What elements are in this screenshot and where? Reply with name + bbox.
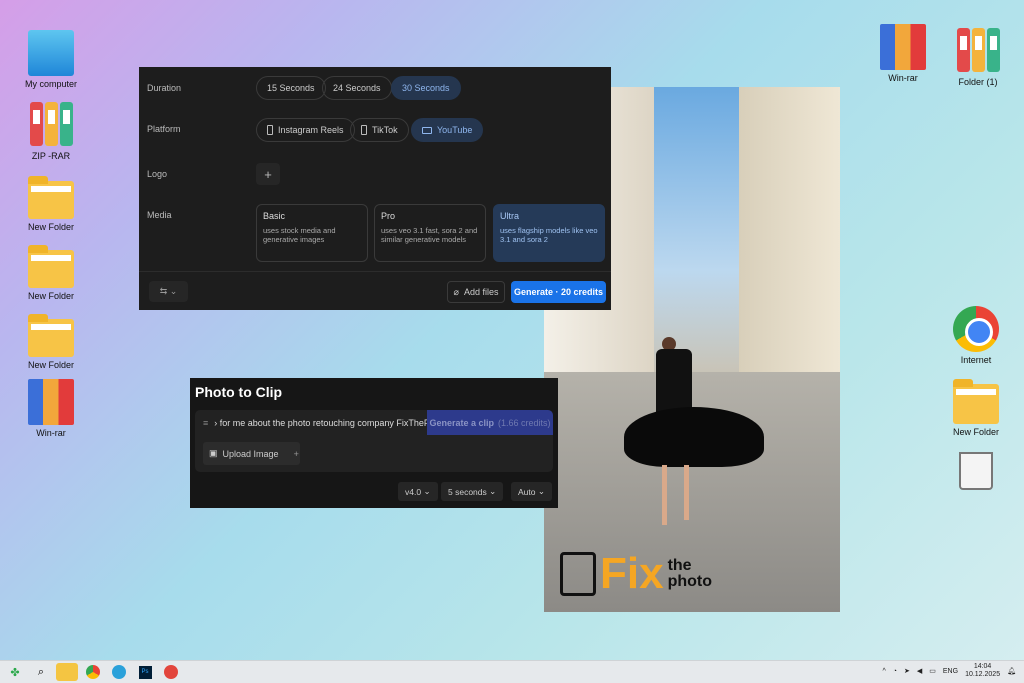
desktop-icon-my-computer[interactable]: My computer xyxy=(13,30,89,89)
app-taskbar-icon[interactable] xyxy=(160,663,182,681)
binders-icon xyxy=(955,28,1001,74)
prompt-input[interactable]: ≡ › for me about the photo retouching com… xyxy=(195,410,427,435)
desktop-icon-new-folder-2[interactable]: New Folder xyxy=(13,244,89,301)
image-icon: ▣ xyxy=(209,448,218,458)
generate-button[interactable]: Generate · 20 credits xyxy=(511,281,606,303)
fixthephoto-logo: Fix the photo xyxy=(560,552,712,596)
folder-icon xyxy=(28,245,74,288)
chevron-up-icon[interactable]: ^ xyxy=(882,668,885,675)
desktop-icon-new-folder-3[interactable]: New Folder xyxy=(13,313,89,370)
telegram-taskbar-icon[interactable] xyxy=(108,663,130,681)
add-files-button[interactable]: ⌀ Add files xyxy=(447,281,505,303)
upload-image-button[interactable]: ▣ Upload Image + xyxy=(203,442,300,465)
search-button[interactable]: ⌕ xyxy=(30,663,52,681)
folder-icon xyxy=(28,314,74,357)
panel-title: Photo to Clip xyxy=(195,384,283,400)
folder-icon xyxy=(953,379,999,424)
duration-dropdown[interactable]: 5 seconds ⌄ xyxy=(441,482,504,501)
volume-icon[interactable]: ◀ xyxy=(917,667,922,675)
winrar-icon xyxy=(880,24,926,70)
video-settings-panel: Duration 15 Seconds 24 Seconds 30 Second… xyxy=(139,67,611,310)
start-button[interactable]: ✤ xyxy=(4,663,26,681)
paperclip-icon: ⌀ xyxy=(453,286,459,297)
phone-icon xyxy=(267,125,273,135)
generate-clip-button[interactable]: Generate a clip (1.66 credits) xyxy=(427,410,553,435)
clock[interactable]: 14:04 10.12.2025 xyxy=(965,663,1000,680)
desktop-icon-recycle-bin[interactable] xyxy=(938,448,1014,501)
text-icon: ≡ xyxy=(203,417,209,428)
system-tray: ^ ◔ ➤ ◀ ▭ ENG 14:04 10.12.2025 🔔︎ xyxy=(882,663,1016,680)
media-ultra[interactable]: Ultra uses flagship models like veo 3.1 a… xyxy=(493,204,605,262)
sliders-icon: ⇆ ⌄ xyxy=(159,286,178,296)
winrar-icon xyxy=(28,379,74,425)
add-logo-button[interactable]: + xyxy=(256,163,280,185)
telegram-tray-icon[interactable]: ➤ xyxy=(904,667,910,675)
folder-icon xyxy=(28,176,74,219)
desktop-icon-zip-rar[interactable]: ZIP -RAR xyxy=(13,102,89,161)
version-dropdown[interactable]: v4.0 ⌄ xyxy=(398,482,438,501)
monitor-icon xyxy=(422,126,432,134)
notification-bell-icon[interactable]: 🔔︎ xyxy=(1007,667,1016,675)
desktop-icon-win-rar-right[interactable]: Win-rar xyxy=(865,24,941,83)
trash-icon xyxy=(953,452,999,498)
network-icon[interactable]: ◔ xyxy=(893,668,897,675)
binders-icon xyxy=(28,102,74,148)
desktop-icon-new-folder-1[interactable]: New Folder xyxy=(13,175,89,232)
desktop-icon-internet[interactable]: Internet xyxy=(938,306,1014,365)
explorer-taskbar-icon[interactable] xyxy=(56,663,78,681)
platform-instagram-reels[interactable]: Instagram Reels xyxy=(256,118,355,142)
duration-24s[interactable]: 24 Seconds xyxy=(322,76,392,100)
chrome-icon xyxy=(953,306,999,352)
media-pro[interactable]: Pro uses veo 3.1 fast, sora 2 and similar… xyxy=(374,204,486,262)
display-icon[interactable]: ▭ xyxy=(929,667,936,675)
desktop-icon-win-rar[interactable]: Win-rar xyxy=(13,379,89,438)
settings-dropdown[interactable]: ⇆ ⌄ xyxy=(149,281,188,302)
chrome-taskbar-icon[interactable] xyxy=(82,663,104,681)
photoshop-taskbar-icon[interactable]: Ps xyxy=(134,663,156,681)
prompt-box: ≡ › for me about the photo retouching com… xyxy=(195,410,553,472)
duration-30s[interactable]: 30 Seconds xyxy=(391,76,461,100)
language-indicator[interactable]: ENG xyxy=(943,668,958,675)
phone-icon xyxy=(361,125,367,135)
platform-youtube[interactable]: YouTube xyxy=(411,118,484,142)
computer-icon xyxy=(28,30,74,76)
desktop-icon-new-folder-right[interactable]: New Folder xyxy=(938,379,1014,437)
platform-tiktok[interactable]: TikTok xyxy=(350,118,409,142)
photo-to-clip-panel: Photo to Clip ≡ › for me about the photo … xyxy=(190,378,558,508)
aspect-dropdown[interactable]: Auto ⌄ xyxy=(511,482,552,501)
duration-15s[interactable]: 15 Seconds xyxy=(256,76,326,100)
taskbar: ✤ ⌕ Ps ^ ◔ ➤ ◀ ▭ ENG 14:04 10.12.2025 🔔︎ xyxy=(0,660,1024,683)
media-basic[interactable]: Basic uses stock media and generative ima… xyxy=(256,204,368,262)
desktop-icon-folder-1[interactable]: Folder (1) xyxy=(940,28,1016,87)
